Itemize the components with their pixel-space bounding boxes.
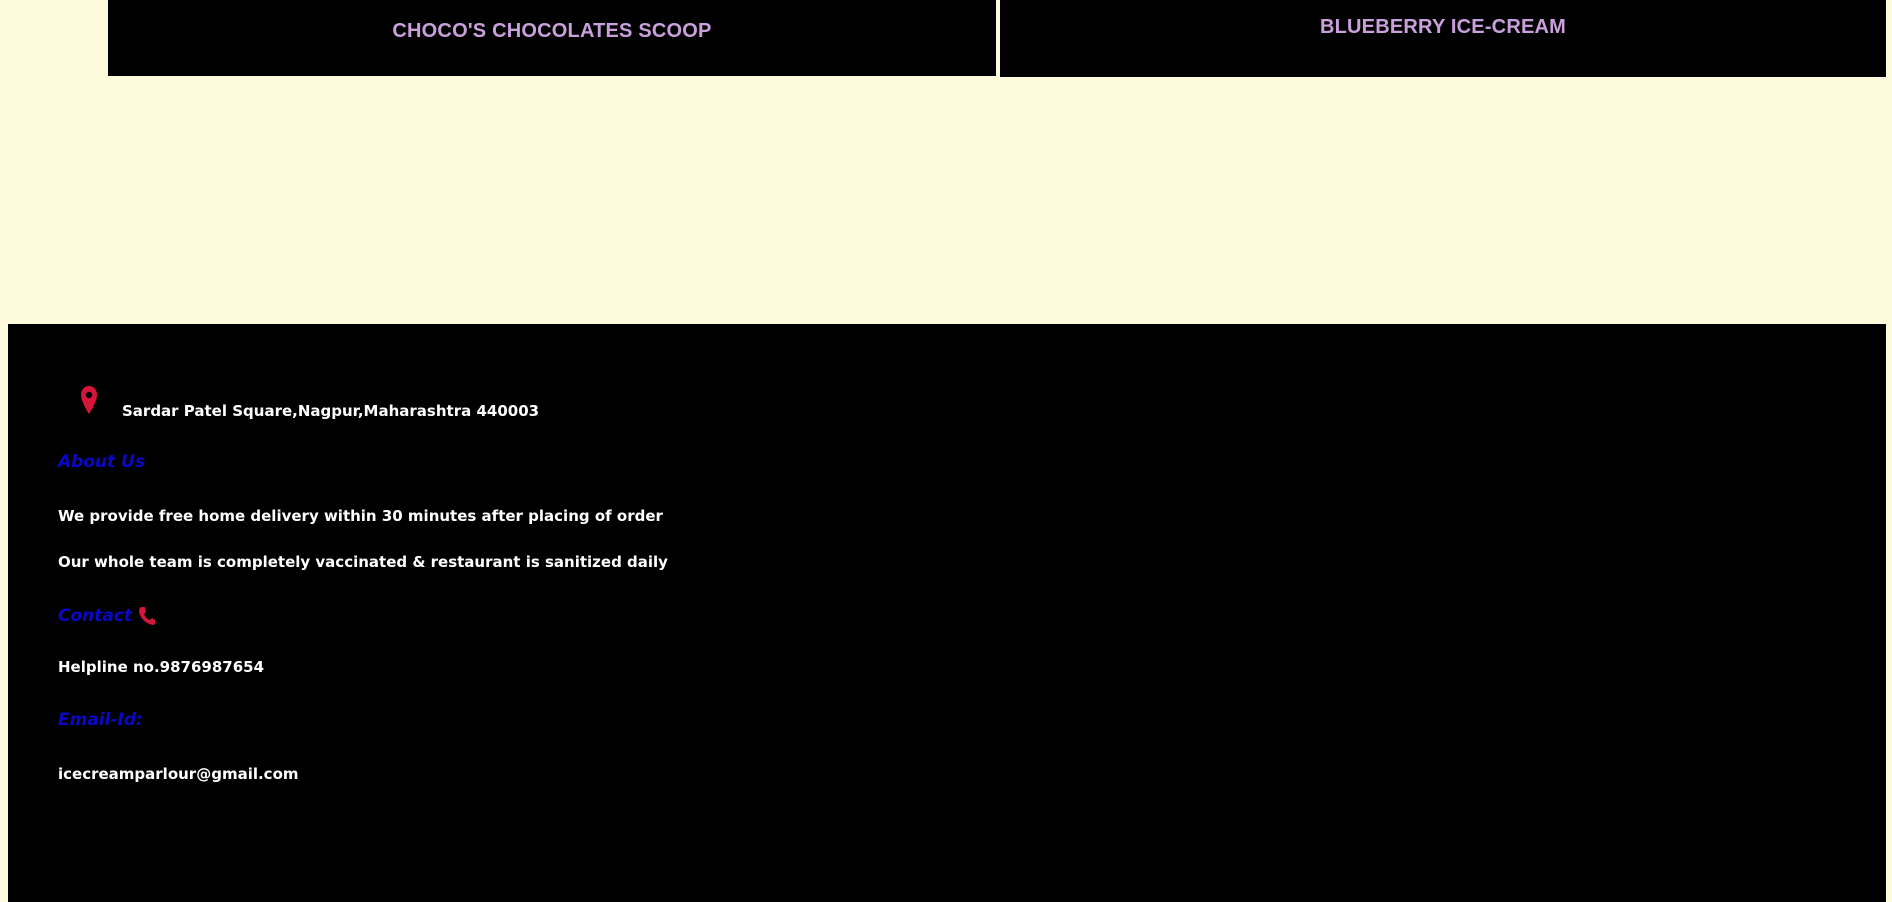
address-text: Sardar Patel Square,Nagpur,Maharashtra 4… — [122, 402, 540, 420]
product-card-blueberry[interactable]: BLUEBERRY ICE-CREAM — [1000, 0, 1886, 77]
about-us-heading: About Us — [58, 452, 145, 472]
address-row: Sardar Patel Square,Nagpur,Maharashtra 4… — [80, 384, 539, 420]
phone-icon — [138, 606, 156, 626]
contact-heading-text: Contact — [58, 606, 133, 626]
card-title: CHOCO'S CHOCOLATES SCOOP — [392, 20, 712, 42]
about-us-heading-text: About Us — [58, 452, 146, 472]
location-pin-icon — [80, 385, 98, 419]
footer: Sardar Patel Square,Nagpur,Maharashtra 4… — [8, 324, 1886, 902]
email-heading: Email-Id: — [58, 710, 143, 730]
helpline-text: Helpline no.9876987654 — [58, 658, 265, 676]
contact-heading: Contact — [58, 606, 156, 626]
card-title: BLUEBERRY ICE-CREAM — [1319, 16, 1567, 38]
about-line-delivery: We provide free home delivery within 30 … — [58, 507, 663, 525]
product-card-choco[interactable]: CHOCO'S CHOCOLATES SCOOP — [108, 0, 996, 76]
about-line-vaccinated: Our whole team is completely vaccinated … — [58, 553, 668, 571]
email-heading-text: Email-Id: — [58, 710, 143, 730]
email-text[interactable]: icecreamparlour@gmail.com — [58, 765, 299, 783]
page: CHOCO'S CHOCOLATES SCOOP BLUEBERRY ICE-C… — [0, 0, 1892, 902]
